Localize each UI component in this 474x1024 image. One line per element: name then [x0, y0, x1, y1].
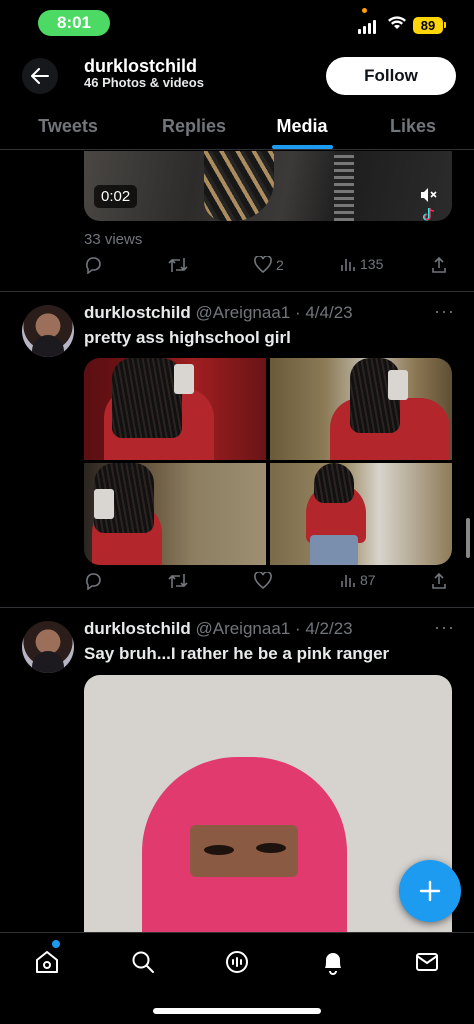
tweet-text: pretty ass highschool girl	[84, 328, 291, 347]
nav-search[interactable]	[128, 947, 158, 977]
analytics-button[interactable]: 87	[340, 572, 376, 588]
tab-media[interactable]: Media	[276, 116, 327, 137]
nav-messages[interactable]	[412, 947, 442, 977]
like-button[interactable]: 2	[254, 256, 284, 273]
video-duration: 0:02	[94, 185, 138, 208]
home-indicator[interactable]	[153, 1008, 321, 1014]
reply-icon	[86, 257, 101, 274]
reply-icon	[86, 573, 101, 590]
follow-button[interactable]: Follow	[326, 57, 456, 95]
search-icon	[132, 951, 154, 973]
video-frame-detail	[204, 151, 274, 221]
share-button[interactable]	[431, 572, 447, 590]
heart-icon	[254, 572, 272, 589]
arrow-left-icon	[31, 68, 49, 84]
home-icon	[36, 951, 58, 973]
tweet-divider	[0, 607, 474, 608]
like-count: 2	[276, 256, 284, 273]
tab-replies[interactable]: Replies	[162, 116, 226, 137]
analytics-icon	[341, 259, 355, 271]
mute-icon[interactable]	[420, 187, 438, 203]
privacy-indicator-dot	[362, 8, 367, 13]
tweet-author[interactable]: durklostchild @Areignaa1 · 4/4/23	[84, 303, 353, 323]
tweet-actions: 87	[84, 572, 454, 596]
photo-1[interactable]	[84, 358, 266, 460]
messages-icon	[416, 953, 438, 971]
retweet-button[interactable]	[167, 572, 189, 590]
retweet-icon	[168, 574, 188, 588]
view-analytics-count: 135	[360, 256, 384, 272]
tweet-image[interactable]	[84, 675, 452, 932]
battery-level: 89	[413, 17, 443, 34]
tiktok-logo-icon	[423, 207, 435, 221]
avatar[interactable]	[22, 621, 74, 673]
photo-detail	[314, 463, 354, 503]
nav-notifications[interactable]	[318, 947, 348, 977]
image-detail	[190, 825, 298, 877]
photo-detail	[94, 489, 114, 519]
video-thumbnail[interactable]: 0:02	[84, 151, 452, 221]
tweet-actions: 2 135	[84, 256, 454, 280]
image-detail	[256, 843, 286, 853]
view-analytics-count: 87	[360, 572, 376, 588]
photo-grid[interactable]	[84, 358, 452, 565]
tweet-divider	[0, 291, 474, 292]
heart-icon	[254, 256, 272, 273]
photo-4[interactable]	[270, 463, 452, 565]
tab-likes[interactable]: Likes	[390, 116, 436, 137]
video-frame-detail	[334, 151, 354, 221]
more-options-icon[interactable]: ···	[434, 301, 455, 322]
photo-3[interactable]	[84, 463, 266, 565]
share-icon	[432, 256, 446, 273]
retweet-icon	[168, 258, 188, 272]
more-options-icon[interactable]: ···	[434, 617, 455, 638]
author-handle-date: @Areignaa1 · 4/4/23	[195, 303, 353, 322]
avatar[interactable]	[22, 305, 74, 357]
status-bar: 8:01 89	[0, 0, 474, 48]
photo-detail	[388, 370, 408, 400]
photo-detail	[174, 364, 194, 394]
reply-button[interactable]	[84, 572, 102, 590]
tab-tweets[interactable]: Tweets	[38, 116, 98, 137]
active-tab-indicator	[272, 145, 333, 149]
profile-name: durklostchild	[84, 56, 198, 76]
author-name: durklostchild	[84, 303, 191, 322]
like-button[interactable]	[254, 572, 272, 589]
share-icon	[432, 572, 446, 589]
profile-tabs: Tweets Replies Media Likes	[0, 104, 474, 150]
analytics-icon	[341, 575, 355, 587]
image-detail	[204, 845, 234, 855]
battery-icon	[444, 22, 446, 28]
photo-2[interactable]	[270, 358, 452, 460]
reply-button[interactable]	[84, 256, 102, 274]
status-time: 8:01	[38, 10, 110, 36]
retweet-button[interactable]	[167, 256, 189, 274]
nav-spaces[interactable]	[222, 947, 252, 977]
tweet-author[interactable]: durklostchild @Areignaa1 · 4/2/23	[84, 619, 353, 639]
analytics-button[interactable]: 135	[340, 256, 383, 272]
media-count: 46 Photos & videos	[84, 75, 204, 90]
profile-header: durklostchild 46 Photos & videos Follow	[0, 48, 474, 104]
notifications-icon	[325, 953, 341, 975]
back-button[interactable]	[22, 58, 58, 94]
author-name: durklostchild	[84, 619, 191, 638]
cellular-signal-icon	[358, 20, 376, 34]
media-feed[interactable]: 0:02 33 views 2 135 durklostchild @Areig…	[0, 151, 474, 932]
tweet-text: Say bruh...I rather he be a pink ranger	[84, 644, 390, 663]
author-handle-date: @Areignaa1 · 4/2/23	[195, 619, 353, 638]
home-notification-dot	[52, 940, 60, 948]
plus-icon	[419, 880, 441, 902]
wifi-icon	[388, 16, 406, 29]
nav-home[interactable]	[32, 947, 62, 977]
photo-detail	[112, 358, 182, 438]
spaces-icon	[226, 951, 248, 973]
photo-detail	[310, 535, 358, 565]
share-button[interactable]	[431, 256, 447, 274]
compose-tweet-button[interactable]	[399, 860, 461, 922]
view-count: 33 views	[84, 231, 143, 248]
scrollbar[interactable]	[466, 518, 470, 558]
